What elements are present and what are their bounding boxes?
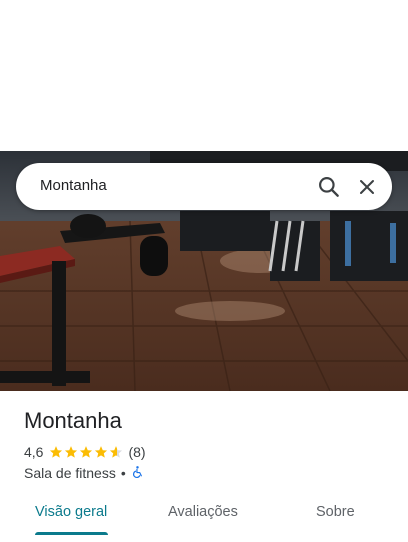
wheelchair-accessible-icon [131,465,144,482]
review-count: (8) [128,444,146,460]
search-input[interactable]: Montanha [40,177,107,195]
rating-row[interactable]: 4,6 (8) [24,443,146,461]
active-tab-indicator [35,532,108,535]
search-icon[interactable] [316,174,342,200]
tab-about[interactable]: Sobre [316,504,355,520]
tab-overview[interactable]: Visão geral [35,504,107,520]
place-name: Montanha [24,408,122,433]
tab-reviews[interactable]: Avaliações [168,504,238,520]
star-full-icon [65,446,78,458]
close-icon[interactable] [355,175,379,199]
star-full-icon [80,446,93,458]
place-tabs: Visão geral Avaliações Sobre [0,494,408,542]
search-bar: Montanha [16,163,392,210]
star-full-icon [50,446,63,458]
rating-value: 4,6 [24,444,44,460]
rating-stars [49,445,124,459]
category-row: Sala de fitness • [24,464,144,482]
star-full-icon [95,446,108,458]
star-half-icon [110,446,123,458]
separator-dot: • [120,465,126,481]
place-category: Sala de fitness [24,465,116,481]
